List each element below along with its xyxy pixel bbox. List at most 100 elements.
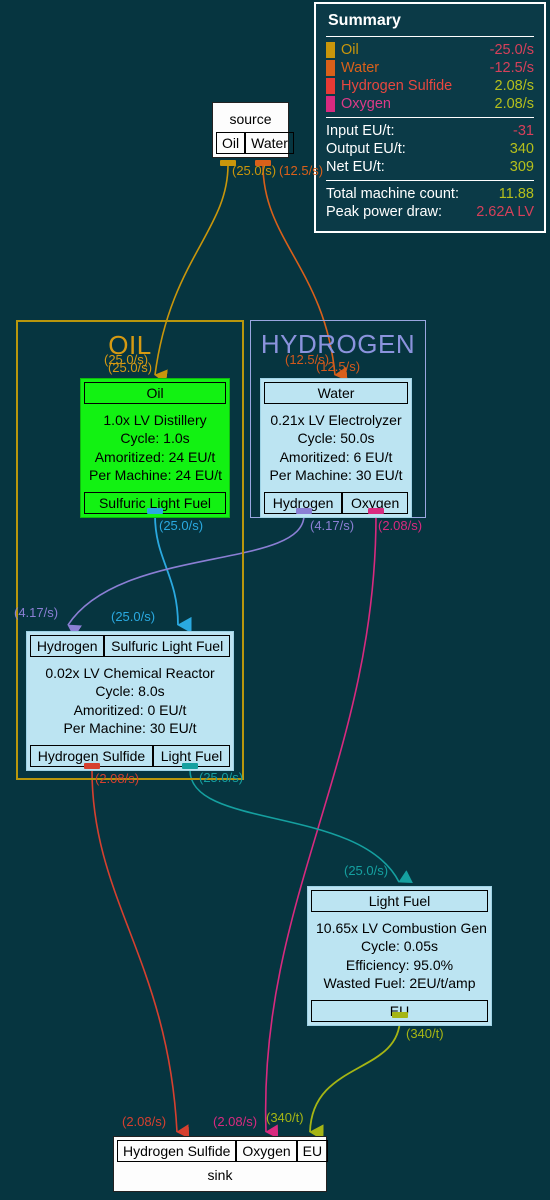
node-electrolyzer-inputs: Water [264,382,408,404]
node-electrolyzer-line-2: Amoritized: 6 EU/t [279,448,393,465]
edge-label-sulfuric-light-fuel-in: (25.0/s) [111,609,156,624]
node-combustion-outputs: EU [311,999,488,1022]
node-distillery-line-1: Cycle: 1.0s [120,430,190,447]
port-eu-in[interactable]: EU [296,1140,329,1162]
summary-stat-label: Output EU/t: [326,141,406,157]
port-oil-in[interactable]: Oil [84,382,226,404]
flow-diagram-canvas: OIL (25.0/s) HYDROGEN (12.5/s) Summary O… [0,0,550,1200]
summary-item-oil: Oil -25.0/s [326,41,534,59]
summary-item-label: Water [341,60,380,76]
node-distillery-line-2: Amoritized: 24 EU/t [94,448,216,465]
summary-stat-value: 309 [509,159,534,175]
summary-divider-mid [326,117,534,118]
summary-item-value: -25.0/s [489,42,534,58]
port-hydrogen-sulfide-in[interactable]: Hydrogen Sulfide [117,1140,237,1162]
edge-label-hydrogen-sulfide-sink: (2.08/s) [122,1114,167,1129]
summary-footer-value: 2.62A LV [476,204,534,220]
stub-eu-out [392,1012,408,1018]
summary-footer-label: Total machine count: [326,186,459,202]
edge-label-sulfuric-light-fuel-out: (25.0/s) [159,518,204,533]
port-hydrogen-in[interactable]: Hydrogen [30,635,105,657]
stub-sulfuric-light-fuel-out [147,508,163,514]
summary-stat-value: 340 [509,141,534,157]
edge-label-water-into-group: (12.5/s) [285,352,330,367]
stub-hydrogen-out [296,508,312,514]
node-electrolyzer-line-3: Per Machine: 30 EU/t [269,467,403,484]
port-oxygen-in[interactable]: Oxygen [236,1140,297,1162]
port-water-out[interactable]: Water [245,132,294,155]
summary-item-water: Water -12.5/s [326,59,534,77]
node-source-outputs: Oil Water [216,132,294,155]
oil-color-swatch [326,42,335,58]
summary-panel: Summary Oil -25.0/s Water -12.5/s Hydrog… [314,2,546,233]
summary-item-value: -12.5/s [489,60,534,76]
summary-item-label: Oxygen [341,96,391,112]
group-hydrogen-title: HYDROGEN [260,329,416,359]
port-light-fuel-in[interactable]: Light Fuel [311,890,488,912]
node-distillery-body: 1.0x LV Distillery Cycle: 1.0s Amoritize… [84,407,226,489]
summary-stat-input-eu: Input EU/t: -31 [326,122,534,140]
node-sink-title: sink [207,1167,233,1183]
summary-item-hydrogen-sulfide: Hydrogen Sulfide 2.08/s [326,77,534,95]
summary-stat-label: Net EU/t: [326,159,385,175]
group-hydrogen-rate: (12.5/s) [315,359,361,374]
node-sink[interactable]: Hydrogen Sulfide Oxygen EU sink [113,1136,329,1193]
node-lv-combustion-gen[interactable]: Light Fuel 10.65x LV Combustion Gen Cycl… [307,886,492,1026]
edge-label-hydrogen-in: (4.17/s) [14,605,59,620]
summary-item-label: Oil [341,42,359,58]
summary-stat-value: -31 [513,123,534,139]
port-sulfuric-light-fuel-in[interactable]: Sulfuric Light Fuel [104,635,231,657]
summary-peak-power: Peak power draw: 2.62A LV [326,203,534,221]
node-combustion-inputs: Light Fuel [311,890,488,912]
edge-label-oxygen-out: (2.08/s) [378,518,423,533]
edge-label-light-fuel-in: (25.0/s) [344,863,389,878]
edge-label-light-fuel-out: (25.0/s) [199,770,244,785]
stub-oxygen-out [368,508,384,514]
port-eu-out[interactable]: EU [311,999,488,1022]
summary-footer-label: Peak power draw: [326,204,443,220]
summary-divider-bottom [326,180,534,181]
node-lv-electrolyzer[interactable]: Water 0.21x LV Electrolyzer Cycle: 50.0s… [260,378,412,518]
node-distillery-line-0: 1.0x LV Distillery [103,412,207,428]
node-distillery-inputs: Oil [84,382,226,404]
node-combustion-line-3: Wasted Fuel: 2EU/t/amp [323,975,476,992]
edge-label-oxygen-sink: (2.08/s) [213,1114,258,1129]
node-source-title: source [229,111,272,127]
node-sink-inputs: Hydrogen Sulfide Oxygen EU [117,1140,329,1162]
node-lv-distillery[interactable]: Oil 1.0x LV Distillery Cycle: 1.0s Amori… [80,378,230,518]
node-reactor-line-1: Cycle: 8.0s [95,683,165,700]
summary-title: Summary [328,12,401,29]
node-reactor-line-2: Amoritized: 0 EU/t [73,701,187,718]
edge-hydrogen-sulfide [91,769,190,1139]
node-reactor-line-0: 0.02x LV Chemical Reactor [45,665,215,681]
node-combustion-line-0: 10.65x LV Combustion Gen [316,920,487,936]
node-reactor-line-3: Per Machine: 30 EU/t [63,720,197,737]
node-source[interactable]: source Oil Water [212,102,294,159]
hydrogen-sulfide-color-swatch [326,78,335,94]
stub-light-fuel-out [182,763,198,769]
edge-label-eu-out: (340/t) [406,1026,444,1041]
water-color-swatch [326,60,335,76]
node-reactor-body: 0.02x LV Chemical Reactor Cycle: 8.0s Am… [30,660,230,742]
edge-label-eu-sink: (340/t) [266,1110,304,1125]
summary-item-oxygen: Oxygen 2.08/s [326,95,534,113]
oxygen-color-swatch [326,96,335,112]
node-lv-chemical-reactor[interactable]: Hydrogen Sulfuric Light Fuel 0.02x LV Ch… [26,631,234,771]
node-combustion-line-2: Efficiency: 95.0% [345,956,454,973]
node-combustion-line-1: Cycle: 0.05s [360,938,439,955]
node-electrolyzer-line-0: 0.21x LV Electrolyzer [270,412,402,428]
node-electrolyzer-body: 0.21x LV Electrolyzer Cycle: 50.0s Amori… [264,407,408,489]
summary-stat-label: Input EU/t: [326,123,395,139]
stub-hydrogen-sulfide-out [84,763,100,769]
summary-footer-value: 11.88 [498,186,534,202]
port-water-in[interactable]: Water [264,382,408,404]
edge-label-hydrogen-out: (4.17/s) [310,518,355,533]
summary-stat-output-eu: Output EU/t: 340 [326,140,534,158]
summary-divider-top [326,36,534,37]
node-electrolyzer-outputs: Hydrogen Oxygen [264,491,409,514]
edge-label-hydrogen-sulfide-out: (2.08/s) [95,771,140,786]
port-oil-out[interactable]: Oil [216,132,246,155]
edge-label-oil-into-group: (25.0/s) [104,352,149,367]
edge-label-oil-source: (25.0/s) [232,163,277,178]
summary-machine-count: Total machine count: 11.88 [326,185,534,203]
